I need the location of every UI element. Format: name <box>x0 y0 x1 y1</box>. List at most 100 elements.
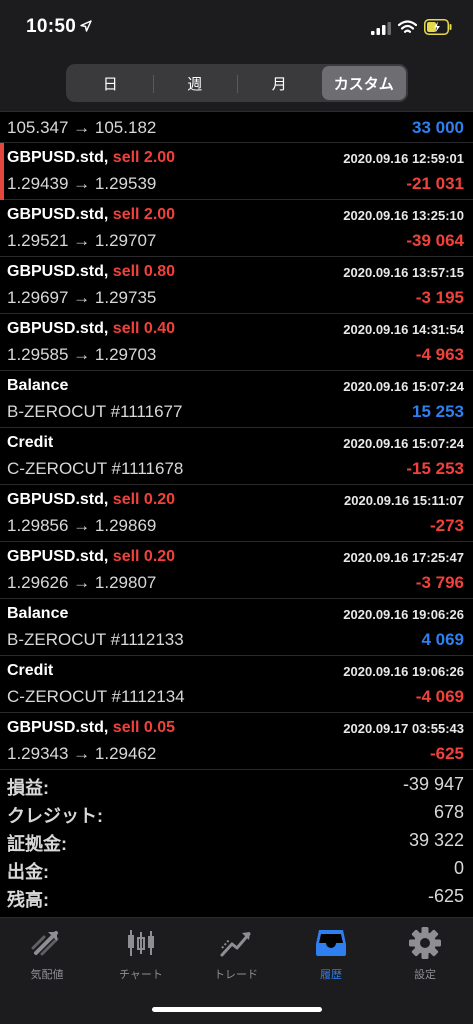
row-action: sell 2.00 <box>112 149 176 166</box>
tab-chart-label: チャート <box>119 969 163 981</box>
history-row[interactable]: GBPUSD.std, sell 0.40 2020.09.16 14:31:54… <box>0 314 473 371</box>
row-title: GBPUSD.std, sell 0.80 <box>7 263 175 281</box>
history-row[interactable]: Balance 2020.09.16 19:06:26 B-ZEROCUT #111… <box>0 599 473 656</box>
row-symbol: GBPUSD.std, <box>7 491 109 508</box>
row-symbol: GBPUSD.std, <box>7 320 109 337</box>
summary-row-withdrawal: 出金: 0 <box>0 856 473 884</box>
row-action: sell 2.00 <box>112 206 176 223</box>
history-row[interactable]: GBPUSD.std, sell 2.00 2020.09.16 13:25:10… <box>0 200 473 257</box>
row-profit: -4 963 <box>415 345 464 364</box>
location-arrow-icon <box>80 20 92 32</box>
summary-balance-label: 残高: <box>7 890 49 910</box>
summary-deposit-label: 証拠金: <box>7 834 67 854</box>
row-symbol: GBPUSD.std, <box>7 149 109 166</box>
row-profit: -625 <box>429 744 464 763</box>
history-list: 105.347 → 105.182 33 000 GBPUSD.std, sel… <box>0 113 473 770</box>
history-row[interactable]: GBPUSD.std, sell 2.00 2020.09.16 12:59:01… <box>0 143 473 200</box>
candlestick-chart-icon <box>128 930 154 956</box>
history-row[interactable]: GBPUSD.std, sell 0.20 2020.09.16 17:25:47… <box>0 542 473 599</box>
row-action: sell 0.20 <box>112 491 176 508</box>
row-detail: 1.29343 → 1.29462 <box>7 744 157 763</box>
row-time: 2020.09.16 13:57:15 <box>343 265 464 280</box>
summary-withdrawal-value: 0 <box>453 858 464 878</box>
row-title: Balance <box>7 605 68 623</box>
summary-balance-value: -625 <box>427 886 464 906</box>
row-time: 2020.09.16 15:11:07 <box>344 493 464 508</box>
row-title: GBPUSD.std, sell 0.20 <box>7 548 175 566</box>
trade-line-icon <box>220 932 251 957</box>
summary-pl-label: 損益: <box>7 778 49 798</box>
tab-quotes[interactable]: 気配値 <box>2 926 92 986</box>
row-time: 2020.09.16 14:31:54 <box>343 322 464 337</box>
history-row[interactable]: Balance 2020.09.16 15:07:24 B-ZEROCUT #111… <box>0 371 473 428</box>
row-time: 2020.09.16 19:06:26 <box>343 664 464 679</box>
row-profit: -39 064 <box>406 231 464 250</box>
row-symbol: Credit <box>7 662 54 679</box>
home-indicator <box>152 1007 322 1012</box>
row-profit: 33 000 <box>412 118 464 137</box>
row-time: 2020.09.16 19:06:26 <box>343 607 464 622</box>
row-detail: C-ZEROCUT #1112134 <box>7 687 185 706</box>
history-row[interactable]: Credit 2020.09.16 15:07:24 C-ZEROCUT #1111… <box>0 428 473 485</box>
inbox-tray-icon <box>316 930 346 956</box>
row-detail: 1.29585 → 1.29703 <box>7 345 157 364</box>
period-segmented-control: 日 週 月 カスタム <box>66 64 408 102</box>
tab-trade-label: トレード <box>214 969 258 981</box>
tab-trade[interactable]: トレード <box>191 926 281 986</box>
row-detail: 1.29626 → 1.29807 <box>7 573 157 592</box>
row-profit: -3 796 <box>415 573 464 592</box>
history-row[interactable]: GBPUSD.std, sell 0.80 2020.09.16 13:57:15… <box>0 257 473 314</box>
row-profit: 15 253 <box>412 402 464 421</box>
tab-history[interactable]: 履歴 <box>286 926 376 986</box>
row-detail: C-ZEROCUT #1111678 <box>7 459 184 478</box>
row-profit: -3 195 <box>415 288 464 307</box>
row-symbol: GBPUSD.std, <box>7 719 109 736</box>
cellular-signal-icon <box>371 22 391 35</box>
gear-icon <box>409 927 441 959</box>
row-title: Credit <box>7 662 53 680</box>
row-title: Balance <box>7 377 68 395</box>
period-custom-tab[interactable]: カスタム <box>321 66 406 100</box>
quotes-arrows-icon <box>31 931 59 956</box>
summary-pl-value: -39 947 <box>402 774 464 794</box>
row-detail: 1.29439 → 1.29539 <box>7 174 157 193</box>
summary-credit-value: 678 <box>433 802 464 822</box>
status-bar: 10:50 <box>0 0 473 56</box>
row-title: GBPUSD.std, sell 0.40 <box>7 320 175 338</box>
summary-section: 損益: -39 947 クレジット: 678 証拠金: 39 322 出金: 0… <box>0 772 473 912</box>
row-symbol: Balance <box>7 377 69 394</box>
row-prices: 105.347 → 105.182 <box>7 118 157 137</box>
period-month-tab[interactable]: 月 <box>237 66 322 100</box>
history-row[interactable]: Credit 2020.09.16 19:06:26 C-ZEROCUT #1112… <box>0 656 473 713</box>
summary-withdrawal-label: 出金: <box>7 862 49 882</box>
history-row[interactable]: GBPUSD.std, sell 0.05 2020.09.17 03:55:43… <box>0 713 473 770</box>
row-symbol: Credit <box>7 434 54 451</box>
summary-row-deposit: 証拠金: 39 322 <box>0 828 473 856</box>
period-week-tab[interactable]: 週 <box>152 66 238 100</box>
history-row[interactable]: 105.347 → 105.182 33 000 <box>0 113 473 143</box>
summary-credit-label: クレジット: <box>7 806 103 826</box>
wifi-icon <box>398 20 417 33</box>
row-symbol: Balance <box>7 605 69 622</box>
row-title: GBPUSD.std, sell 2.00 <box>7 206 175 224</box>
row-time: 2020.09.16 17:25:47 <box>343 550 464 565</box>
row-time: 2020.09.17 03:55:43 <box>343 721 464 736</box>
tab-chart[interactable]: チャート <box>96 926 186 986</box>
history-row[interactable]: GBPUSD.std, sell 0.20 2020.09.16 15:11:07… <box>0 485 473 542</box>
row-profit: 4 069 <box>421 630 464 649</box>
row-time: 2020.09.16 13:25:10 <box>343 208 464 223</box>
row-symbol: GBPUSD.std, <box>7 206 109 223</box>
row-profit: -4 069 <box>415 687 464 706</box>
row-action: sell 0.20 <box>112 548 176 565</box>
row-symbol: GBPUSD.std, <box>7 263 109 280</box>
summary-row-pl: 損益: -39 947 <box>0 772 473 800</box>
row-action: sell 0.40 <box>112 320 176 337</box>
tab-settings[interactable]: 設定 <box>380 926 470 986</box>
row-title: GBPUSD.std, sell 2.00 <box>7 149 175 167</box>
row-detail: 1.29856 → 1.29869 <box>7 516 157 535</box>
period-day-tab[interactable]: 日 <box>68 66 153 100</box>
row-time: 2020.09.16 15:07:24 <box>343 379 464 394</box>
row-detail: B-ZEROCUT #1111677 <box>7 402 183 421</box>
row-action: sell 0.05 <box>112 719 176 736</box>
selected-row-marker <box>0 143 4 200</box>
